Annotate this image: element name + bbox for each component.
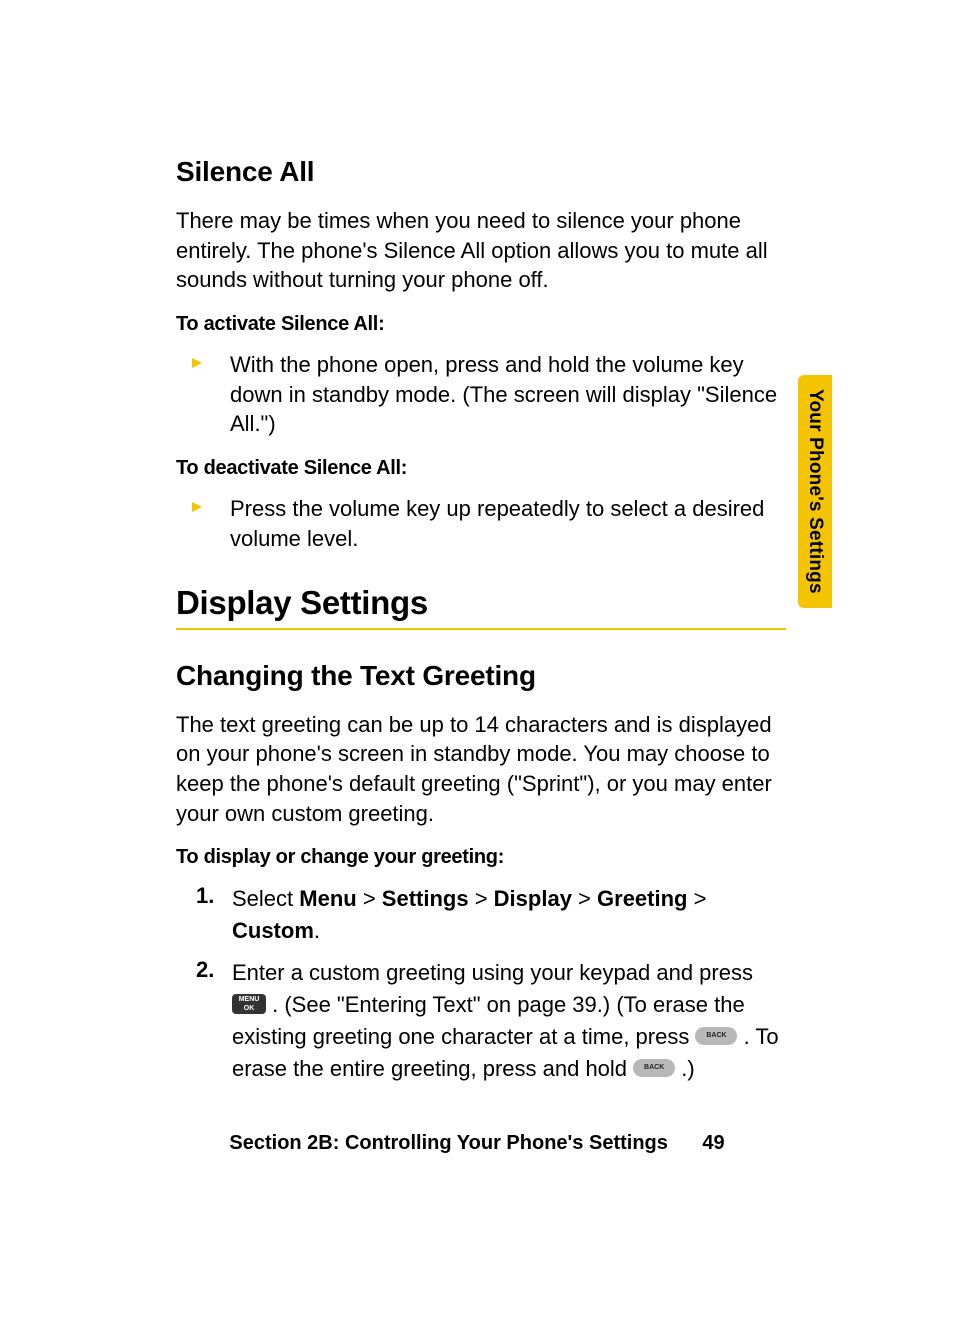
sep: > — [357, 886, 382, 911]
triangle-bullet-icon — [190, 494, 230, 514]
activate-step: With the phone open, press and hold the … — [190, 350, 786, 439]
greeting-label: To display or change your greeting: — [176, 846, 786, 869]
deactivate-step-text: Press the volume key up repeatedly to se… — [230, 494, 786, 553]
step-1-text: Select Menu > Settings > Display > Greet… — [232, 883, 786, 947]
greeting-heading: Changing the Text Greeting — [176, 660, 786, 692]
menu-ok-key-icon — [232, 994, 266, 1014]
page-content: Silence All There may be times when you … — [176, 156, 786, 1095]
display-bold: Display — [494, 886, 572, 911]
step-2: 2. Enter a custom greeting using your ke… — [196, 957, 786, 1085]
page-number: 49 — [702, 1132, 724, 1155]
deactivate-step: Press the volume key up repeatedly to se… — [190, 494, 786, 553]
silence-intro: There may be times when you need to sile… — [176, 206, 786, 295]
back-key-icon — [695, 1027, 737, 1045]
t: Select — [232, 886, 299, 911]
t: Enter a custom greeting using your keypa… — [232, 960, 753, 985]
sep: > — [687, 886, 706, 911]
silence-all-heading: Silence All — [176, 156, 786, 188]
t: . (See "Entering Text" on page 39.) (To … — [232, 992, 745, 1049]
sep: > — [469, 886, 494, 911]
back-key-icon — [633, 1059, 675, 1077]
settings-bold: Settings — [382, 886, 469, 911]
sep: > — [572, 886, 597, 911]
custom-bold: Custom — [232, 918, 314, 943]
triangle-bullet-icon — [190, 350, 230, 370]
menu-bold: Menu — [299, 886, 356, 911]
activate-step-text: With the phone open, press and hold the … — [230, 350, 786, 439]
display-settings-heading: Display Settings — [176, 584, 786, 622]
step-2-text: Enter a custom greeting using your keypa… — [232, 957, 786, 1085]
step-number: 2. — [196, 957, 232, 983]
side-tab: Your Phone's Settings — [798, 375, 832, 608]
page-footer: Section 2B: Controlling Your Phone's Set… — [0, 1132, 954, 1155]
deactivate-label: To deactivate Silence All: — [176, 457, 786, 480]
activate-label: To activate Silence All: — [176, 313, 786, 336]
step-1: 1. Select Menu > Settings > Display > Gr… — [196, 883, 786, 947]
section-rule — [176, 628, 786, 630]
t: .) — [681, 1056, 694, 1081]
greeting-bold: Greeting — [597, 886, 687, 911]
period: . — [314, 918, 320, 943]
footer-text: Section 2B: Controlling Your Phone's Set… — [229, 1132, 668, 1155]
step-number: 1. — [196, 883, 232, 909]
greeting-intro: The text greeting can be up to 14 charac… — [176, 710, 786, 829]
